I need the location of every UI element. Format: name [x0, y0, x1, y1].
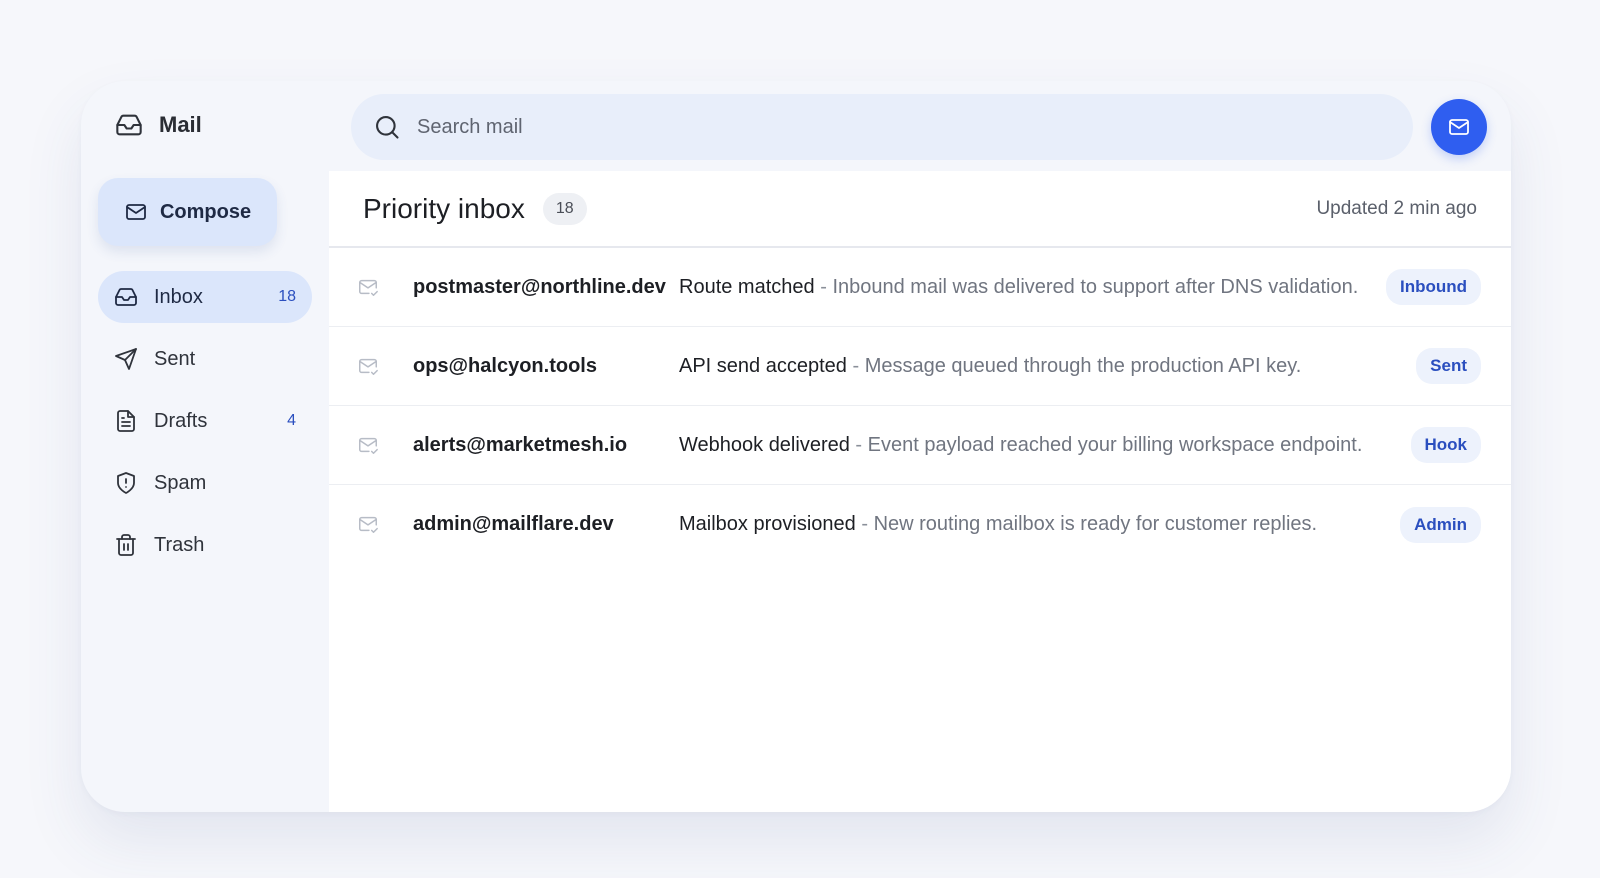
compose-button[interactable]: Compose [98, 178, 277, 246]
inbox-icon [115, 288, 137, 306]
preview-separator: - [855, 433, 863, 456]
mail-action-button[interactable] [1431, 99, 1487, 155]
message-preview: Mailbox provisioned - New routing mailbo… [679, 513, 1317, 536]
mail-check-icon [359, 516, 378, 533]
message-snippet: New routing mailbox is ready for custome… [873, 513, 1318, 535]
message-tag: Sent [1416, 348, 1481, 384]
message-row[interactable]: alerts@marketmesh.io Webhook delivered -… [329, 406, 1511, 485]
search-icon [376, 116, 399, 139]
message-sender: alerts@marketmesh.io [413, 433, 628, 456]
message-panel-header: Priority inbox 18 Updated 2 min ago [329, 171, 1511, 248]
sidebar-item-drafts[interactable]: Drafts 4 [98, 395, 312, 447]
sidebar-item-sent[interactable]: Sent [98, 333, 312, 385]
shield-alert-icon [117, 472, 135, 494]
app-name: Mail [159, 112, 202, 137]
page-title: Priority inbox [363, 192, 525, 224]
message-subject: Route matched [679, 275, 815, 298]
message-snippet: Message queued through the production AP… [864, 354, 1302, 377]
message-count-badge: 18 [542, 192, 587, 225]
send-icon [115, 348, 137, 370]
message-row[interactable]: admin@mailflare.dev Mailbox provisioned … [329, 485, 1511, 564]
search-input[interactable] [417, 115, 1317, 139]
inbox-icon [116, 114, 142, 136]
sidebar-item-label: Inbox [154, 285, 203, 308]
sidebar-item-inbox[interactable]: Inbox 18 [98, 271, 312, 323]
app-brand: Mail [115, 111, 202, 139]
message-preview: Route matched - Inbound mail was deliver… [679, 276, 1358, 299]
mail-icon [1449, 119, 1469, 135]
mail-app-window: Mail Compose Inbox 18 [81, 81, 1511, 812]
file-icon [117, 410, 135, 432]
updated-status: Updated 2 min ago [1316, 197, 1477, 219]
sidebar-item-label: Trash [154, 533, 205, 556]
message-subject: Webhook delivered [679, 433, 850, 456]
sidebar-item-label: Drafts [154, 409, 208, 432]
preview-separator: - [861, 513, 868, 535]
message-tag: Hook [1410, 427, 1481, 463]
message-preview: API send accepted - Message queued throu… [679, 355, 1301, 378]
trash-icon [116, 534, 136, 556]
message-subject: API send accepted [679, 354, 847, 377]
sidebar-item-spam[interactable]: Spam [98, 457, 312, 509]
message-panel: Priority inbox 18 Updated 2 min ago post… [329, 171, 1511, 812]
mail-icon [126, 204, 146, 220]
message-preview: Webhook delivered - Event payload reache… [679, 434, 1362, 457]
sidebar-item-trash[interactable]: Trash [98, 519, 312, 571]
mail-check-icon [359, 279, 378, 296]
preview-separator: - [852, 354, 860, 377]
message-tag: Admin [1400, 506, 1481, 543]
message-sender: ops@halcyon.tools [413, 354, 597, 377]
mail-check-icon [359, 358, 378, 375]
compose-label: Compose [159, 200, 252, 223]
message-row[interactable]: postmaster@northline.dev Route matched -… [329, 248, 1511, 327]
message-sender: admin@mailflare.dev [413, 513, 614, 535]
search-bar[interactable] [351, 94, 1413, 160]
draft-count: 4 [287, 412, 296, 429]
sidebar-item-label: Sent [154, 347, 196, 370]
message-row[interactable]: ops@halcyon.tools API send accepted - Me… [329, 327, 1511, 406]
message-subject: Mailbox provisioned [679, 513, 856, 535]
unread-count: 18 [278, 288, 296, 305]
message-snippet: Inbound mail was delivered to support af… [832, 275, 1359, 298]
sidebar-nav: Inbox 18 Sent Drafts 4 Spam Trash [98, 271, 312, 581]
sidebar-item-label: Spam [154, 471, 207, 494]
message-snippet: Event payload reached your billing works… [867, 433, 1363, 456]
message-tag: Inbound [1385, 269, 1481, 305]
preview-separator: - [820, 275, 827, 298]
mail-check-icon [359, 437, 378, 454]
message-sender: postmaster@northline.dev [413, 275, 666, 298]
